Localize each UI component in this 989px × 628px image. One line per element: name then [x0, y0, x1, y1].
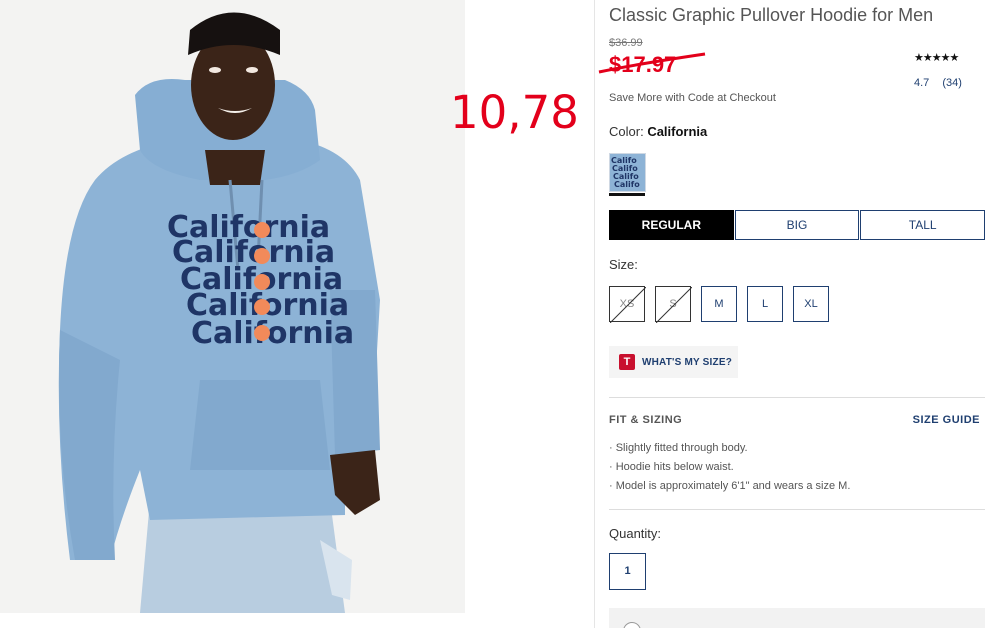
quantity-label: Quantity:	[609, 526, 662, 541]
radio-option-icon[interactable]	[623, 622, 641, 628]
svg-text:Califo: Califo	[614, 180, 640, 189]
whats-my-size-button[interactable]: T WHAT'S MY SIZE?	[609, 346, 738, 378]
swatch-selected-indicator	[609, 193, 645, 196]
quantity-selector[interactable]: 1	[609, 553, 646, 590]
true-fit-icon: T	[619, 354, 635, 370]
fit-sizing-list: · Slightly fitted through body. · Hoodie…	[609, 441, 850, 498]
list-item: · Hoodie hits below waist.	[609, 461, 734, 473]
size-xs-button[interactable]: XS	[609, 286, 646, 323]
color-swatch-california[interactable]: Califo Califo Califo Califo	[609, 153, 646, 192]
product-image[interactable]: California California California Califor…	[0, 0, 465, 613]
swatch-pattern-icon: Califo Califo Califo Califo	[610, 154, 645, 191]
section-divider	[609, 509, 985, 510]
fit-sizing-title: FIT & SIZING	[609, 414, 683, 426]
fit-tabs: REGULAR BIG TALL	[609, 210, 986, 240]
size-label: Size:	[609, 257, 638, 272]
model-photo: California California California Califor…	[0, 0, 465, 613]
size-guide-link[interactable]: SIZE GUIDE	[913, 414, 980, 426]
color-label-text: Color:	[609, 124, 644, 139]
size-xl-button[interactable]: XL	[793, 286, 829, 322]
graphic-line-5: California	[191, 316, 354, 351]
promo-overlay-price: 10,78	[450, 86, 579, 139]
tab-big[interactable]: BIG	[734, 210, 860, 240]
size-m-button[interactable]: M	[701, 286, 737, 322]
sale-price: $17.97	[609, 52, 677, 77]
whats-my-size-label: WHAT'S MY SIZE?	[642, 356, 733, 368]
selected-color-name: California	[647, 124, 708, 139]
unavailable-slash-icon	[610, 287, 646, 323]
original-price: $36.99	[609, 37, 643, 49]
rating-stars[interactable]: ★★★★★	[914, 51, 959, 64]
list-item: · Slightly fitted through body.	[609, 442, 748, 454]
section-divider	[609, 397, 985, 398]
tab-tall[interactable]: TALL	[860, 210, 986, 240]
save-more-note: Save More with Code at Checkout	[609, 92, 776, 104]
list-item: · Model is approximately 6'1" and wears …	[609, 480, 851, 492]
size-s-button[interactable]: S	[655, 286, 692, 323]
unavailable-slash-icon	[656, 287, 692, 323]
panel-divider	[594, 0, 595, 628]
color-label: Color: California	[609, 124, 707, 139]
review-count-link[interactable]: (34)	[942, 77, 962, 89]
rating-summary[interactable]: 4.7 (34)	[914, 77, 962, 89]
product-details-panel: Classic Graphic Pullover Hoodie for Men …	[598, 0, 986, 628]
tab-regular[interactable]: REGULAR	[609, 210, 734, 240]
product-title: Classic Graphic Pullover Hoodie for Men	[609, 5, 934, 25]
size-options: XS S M L XL	[609, 286, 829, 323]
size-l-button[interactable]: L	[747, 286, 783, 322]
rating-value: 4.7	[914, 77, 930, 89]
delivery-options-box	[609, 608, 985, 628]
